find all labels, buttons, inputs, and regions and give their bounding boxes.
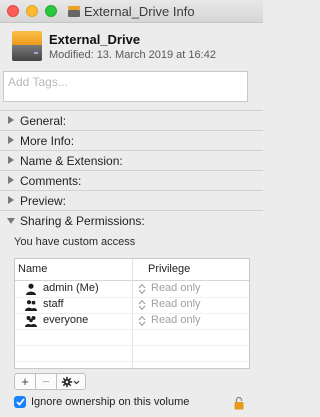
item-name: External_Drive [49, 32, 141, 47]
add-user-button[interactable]: + [14, 373, 36, 390]
zoom-button[interactable] [45, 5, 57, 17]
section-name-extension[interactable]: Name & Extension: [0, 150, 263, 170]
action-menu-button[interactable] [57, 373, 86, 390]
ignore-ownership-checkbox[interactable] [14, 396, 26, 408]
access-status: You have custom access [14, 236, 136, 248]
row-divider [15, 329, 249, 330]
section-label: Sharing & Permissions: [20, 214, 145, 228]
checkmark-icon [15, 398, 25, 406]
section-label: Name & Extension: [20, 154, 123, 168]
modified-date: Modified: 13. March 2019 at 16:42 [49, 49, 216, 61]
external-drive-icon [12, 31, 42, 63]
section-comments[interactable]: Comments: [0, 170, 263, 190]
disclosure-triangle-icon[interactable] [8, 136, 14, 144]
lock-icon[interactable] [234, 396, 244, 410]
tags-input[interactable] [4, 72, 242, 92]
table-row[interactable]: admin (Me) Read only [15, 281, 249, 297]
disclosure-triangle-icon[interactable] [8, 156, 14, 164]
user-icon [26, 283, 36, 295]
section-sharing-permissions[interactable]: Sharing & Permissions: [0, 210, 263, 230]
disclosure-triangle-icon[interactable] [8, 176, 14, 184]
group-icon [25, 300, 37, 311]
ignore-ownership-option[interactable]: Ignore ownership on this volume [14, 396, 189, 408]
permissions-table: Name Privilege admin (Me) Read only staf… [14, 258, 250, 369]
disclosure-triangle-icon[interactable] [8, 116, 14, 124]
window-title-group: External_Drive Info [68, 3, 195, 19]
close-button[interactable] [7, 5, 19, 17]
privilege-value[interactable]: Read only [151, 298, 201, 310]
user-name: admin (Me) [43, 282, 99, 294]
title-bar[interactable]: External_Drive Info [0, 0, 263, 23]
ignore-ownership-label: Ignore ownership on this volume [31, 396, 190, 408]
privilege-stepper-icon[interactable] [138, 283, 146, 295]
section-label: Preview: [20, 194, 67, 208]
window-title: External_Drive Info [84, 3, 195, 19]
info-window: External_Drive Info External_Drive Modif… [0, 0, 263, 417]
gear-icon [61, 376, 80, 387]
section-label: More Info: [20, 134, 75, 148]
drive-icon [68, 5, 80, 17]
disclosure-triangle-open-icon[interactable] [7, 218, 15, 224]
row-divider [15, 345, 249, 346]
minimize-button[interactable] [26, 5, 38, 17]
privilege-stepper-icon[interactable] [138, 299, 146, 311]
info-header: External_Drive Modified: 13. March 2019 … [0, 22, 263, 70]
privilege-value[interactable]: Read only [151, 314, 201, 326]
privilege-value[interactable]: Read only [151, 282, 201, 294]
section-preview[interactable]: Preview: [0, 190, 263, 210]
table-row[interactable]: staff Read only [15, 297, 249, 313]
everyone-icon [25, 316, 37, 327]
section-general[interactable]: General: [0, 110, 263, 130]
column-header-privilege[interactable]: Privilege [148, 263, 190, 275]
user-name: staff [43, 298, 64, 310]
section-label: General: [20, 114, 67, 128]
permissions-button-bar: + − [14, 373, 86, 390]
tags-field[interactable] [3, 71, 248, 102]
table-row[interactable]: everyone Read only [15, 313, 249, 329]
section-more-info[interactable]: More Info: [0, 130, 263, 150]
disclosure-triangle-icon[interactable] [8, 196, 14, 204]
user-name: everyone [43, 314, 89, 326]
column-header-name[interactable]: Name [18, 263, 47, 275]
privilege-stepper-icon[interactable] [138, 315, 146, 327]
row-divider [15, 361, 249, 362]
section-label: Comments: [20, 174, 82, 188]
remove-user-button[interactable]: − [36, 373, 57, 390]
